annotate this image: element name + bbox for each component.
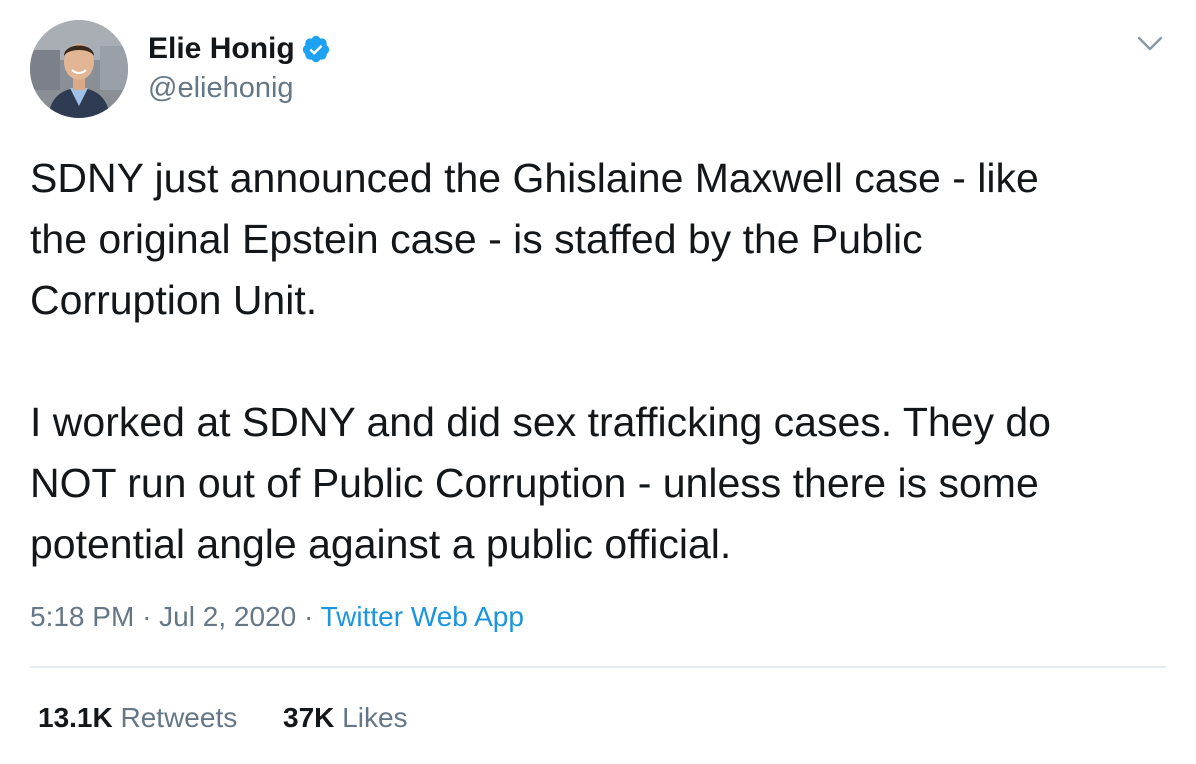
tweet-meta: 5:18 PM · Jul 2, 2020 · Twitter Web App [30, 598, 524, 636]
tweet-text: SDNY just announced the Ghislaine Maxwel… [30, 148, 1170, 575]
likes-label: Likes [342, 702, 408, 733]
tweet-source-link[interactable]: Twitter Web App [321, 601, 524, 632]
chevron-down-icon[interactable] [1136, 34, 1164, 54]
tweet-paragraph: I worked at SDNY and did sex trafficking… [30, 392, 1170, 575]
author-handle[interactable]: @eliehonig [148, 70, 294, 106]
author-display-name[interactable]: Elie Honig [148, 30, 295, 68]
tweet-date[interactable]: Jul 2, 2020 [159, 601, 296, 632]
avatar[interactable] [30, 20, 128, 118]
tweet-line: NOT run out of Public Corruption - unles… [30, 460, 1039, 506]
meta-separator: · [142, 601, 152, 632]
tweet-time[interactable]: 5:18 PM [30, 601, 134, 632]
likes-count: 37K [283, 702, 335, 733]
tweet-paragraph: SDNY just announced the Ghislaine Maxwel… [30, 148, 1170, 331]
avatar-photo-icon [30, 20, 128, 118]
tweet-line: the original Epstein case - is staffed b… [30, 216, 923, 262]
retweets-count: 13.1K [38, 702, 113, 733]
likes-stat[interactable]: 37K Likes [283, 700, 408, 736]
tweet-line: Corruption Unit. [30, 277, 318, 323]
retweets-stat[interactable]: 13.1K Retweets [38, 700, 237, 736]
verified-badge-icon [301, 34, 331, 64]
tweet-line: I worked at SDNY and did sex trafficking… [30, 399, 1051, 445]
tweet-line: SDNY just announced the Ghislaine Maxwel… [30, 155, 1039, 201]
tweet-line: potential angle against a public officia… [30, 521, 732, 567]
divider [30, 666, 1166, 668]
retweets-label: Retweets [120, 702, 238, 733]
author-name-row[interactable]: Elie Honig [148, 30, 331, 68]
tweet-stats: 13.1K Retweets 37K Likes [38, 700, 408, 736]
tweet-card: Elie Honig @eliehonig SDNY just announce… [0, 0, 1196, 764]
meta-separator: · [303, 601, 314, 632]
